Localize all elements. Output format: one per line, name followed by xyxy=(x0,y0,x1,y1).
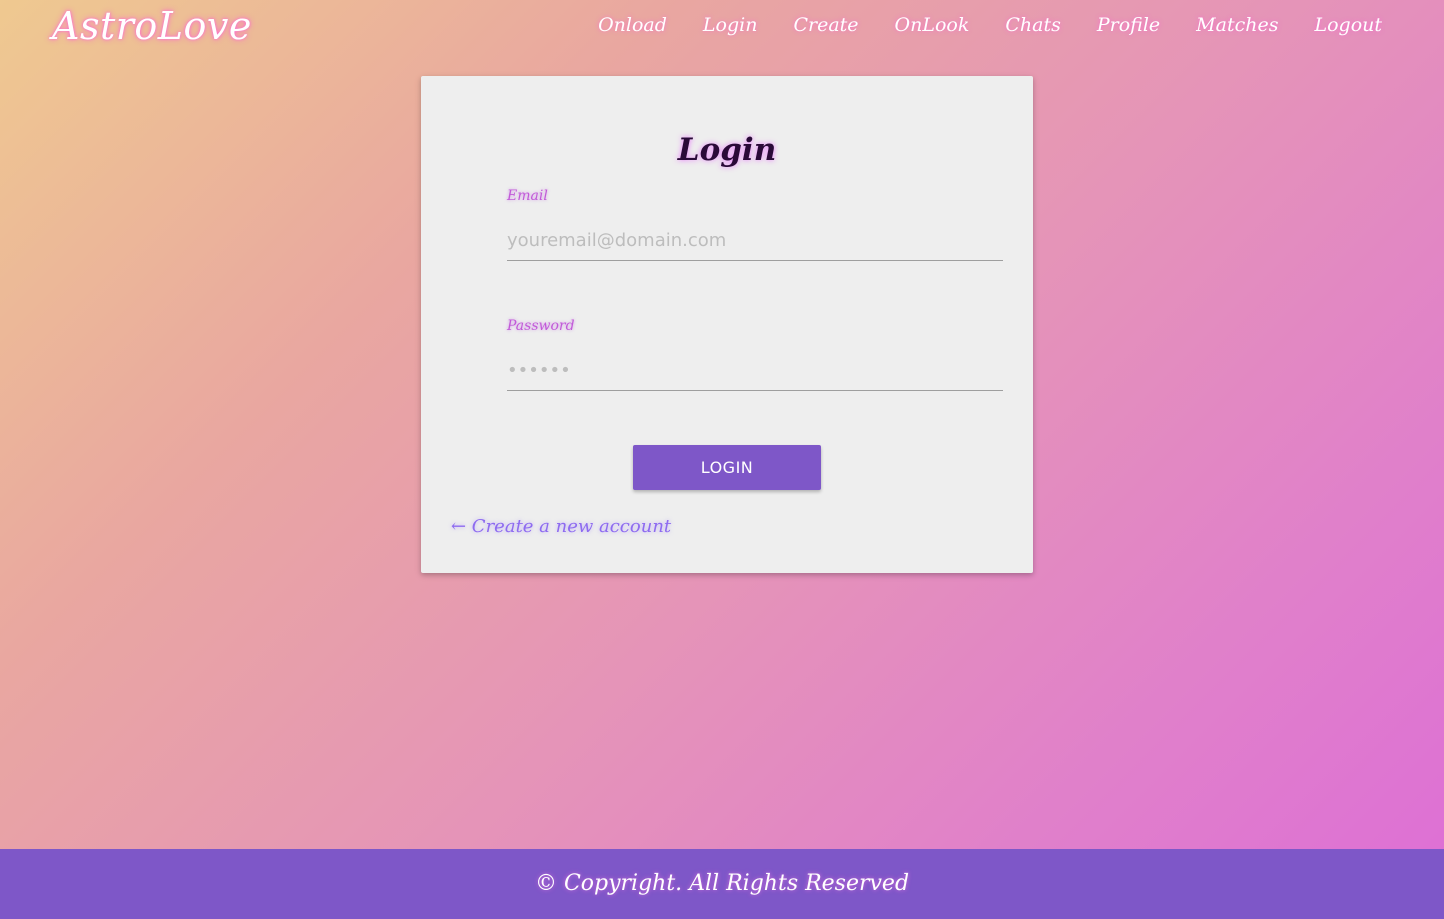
brand-logo[interactable]: AstroLove xyxy=(52,4,252,48)
password-label: Password xyxy=(507,318,575,334)
create-account-link[interactable]: ← Create a new account xyxy=(451,516,671,537)
nav-item-onlook: OnLook xyxy=(895,14,970,36)
copyright-text: © Copyright. All Rights Reserved xyxy=(534,871,910,896)
nav-link-onload[interactable]: Onload xyxy=(598,14,667,36)
nav-link-matches[interactable]: Matches xyxy=(1196,14,1278,36)
password-input[interactable] xyxy=(507,351,1003,391)
nav-link-logout[interactable]: Logout xyxy=(1314,14,1382,36)
nav-link-profile[interactable]: Profile xyxy=(1097,14,1160,36)
page-footer: © Copyright. All Rights Reserved xyxy=(0,849,1444,919)
top-navbar: AstroLove Onload Login Create OnLook Cha… xyxy=(0,0,1444,56)
nav-item-profile: Profile xyxy=(1097,14,1160,36)
nav-item-create: Create xyxy=(793,14,858,36)
nav-item-onload: Onload xyxy=(598,14,667,36)
login-title: Login xyxy=(677,132,777,168)
nav-menu: Onload Login Create OnLook Chats Profile… xyxy=(598,14,1382,36)
nav-item-matches: Matches xyxy=(1196,14,1278,36)
email-input[interactable] xyxy=(507,221,1003,261)
nav-link-create[interactable]: Create xyxy=(793,14,858,36)
nav-item-chats: Chats xyxy=(1005,14,1061,36)
email-label: Email xyxy=(507,188,548,204)
nav-item-login: Login xyxy=(703,14,758,36)
login-card: Login Email Password LOGIN ← Create a ne… xyxy=(421,76,1033,573)
nav-link-onlook[interactable]: OnLook xyxy=(895,14,970,36)
nav-link-chats[interactable]: Chats xyxy=(1005,14,1061,36)
nav-item-logout: Logout xyxy=(1314,14,1382,36)
login-button[interactable]: LOGIN xyxy=(633,445,821,490)
nav-link-login[interactable]: Login xyxy=(703,14,758,36)
